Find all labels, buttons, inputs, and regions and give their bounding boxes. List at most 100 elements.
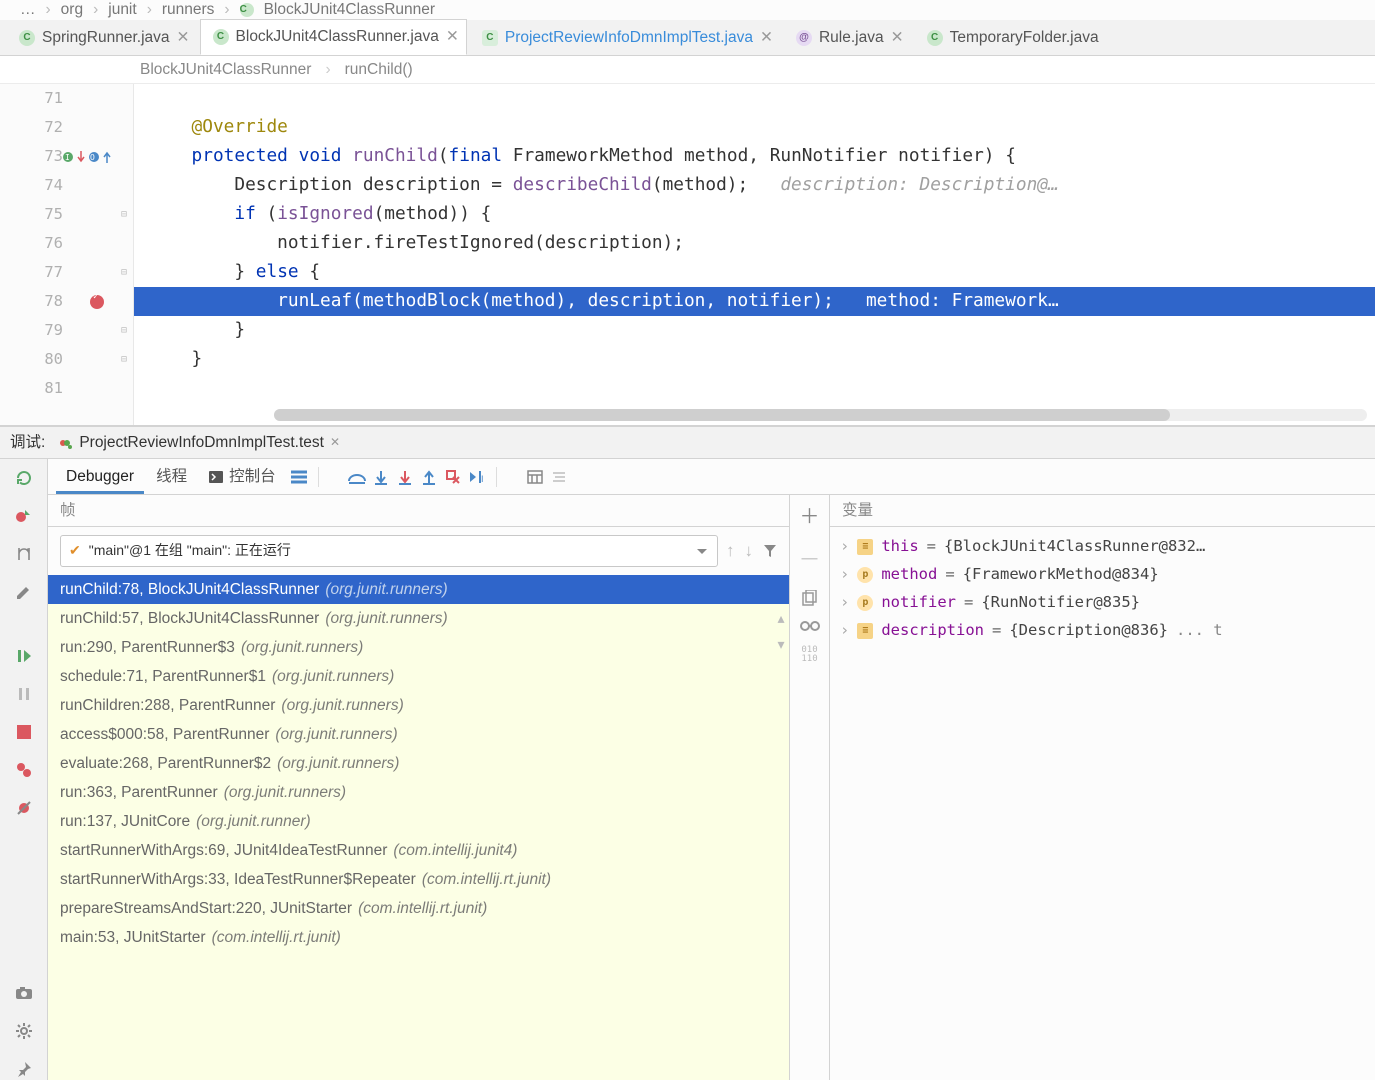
crumb-method[interactable]: runChild() xyxy=(345,59,413,81)
expand-icon[interactable]: › xyxy=(840,620,849,642)
editor-code[interactable]: @Override protected void runChild(final … xyxy=(134,84,1375,425)
force-step-into-button[interactable] xyxy=(394,466,416,488)
debug-session-tab[interactable]: ProjectReviewInfoDmnImplTest.test ✕ xyxy=(51,432,348,454)
code-line[interactable]: } else { xyxy=(134,258,1375,287)
evaluate-icon[interactable] xyxy=(524,466,546,488)
step-into-button[interactable] xyxy=(370,466,392,488)
gear-icon[interactable] xyxy=(13,1020,35,1042)
fold-handle[interactable]: ⊟ xyxy=(115,345,133,374)
step-out-button[interactable] xyxy=(418,466,440,488)
frame-list[interactable]: ▴ ▾ runChild:78, BlockJUnit4ClassRunner … xyxy=(48,575,789,1080)
code-line[interactable]: } xyxy=(134,345,1375,374)
code-line[interactable]: } xyxy=(134,316,1375,345)
stack-frame[interactable]: run:290, ParentRunner$3 (org.junit.runne… xyxy=(48,633,789,662)
line-number[interactable]: 71 xyxy=(44,84,63,113)
drop-frame-button[interactable] xyxy=(442,466,464,488)
file-tab[interactable]: @Rule.java✕ xyxy=(783,19,912,55)
code-line[interactable] xyxy=(134,374,1375,403)
file-tab[interactable]: CProjectReviewInfoDmnImplTest.java✕ xyxy=(469,19,781,55)
scroll-up-icon[interactable]: ▴ xyxy=(777,609,784,629)
file-tab[interactable]: CBlockJUnit4ClassRunner.java✕ xyxy=(200,19,467,55)
line-number[interactable]: 78 xyxy=(44,287,63,316)
toggle-bp-button[interactable] xyxy=(13,505,35,527)
crumb-item[interactable]: junit xyxy=(108,0,136,21)
tab-threads[interactable]: 线程 xyxy=(146,460,197,494)
prev-frame-button[interactable]: ↑ xyxy=(726,539,735,563)
close-icon[interactable]: ✕ xyxy=(330,434,340,451)
filter-icon[interactable] xyxy=(763,544,777,558)
code-line[interactable]: notifier.fireTestIgnored(description); xyxy=(134,229,1375,258)
settings-icon[interactable] xyxy=(13,581,35,603)
code-line[interactable]: if (isIgnored(method)) { xyxy=(134,200,1375,229)
stack-frame[interactable]: run:137, JUnitCore (org.junit.runner) xyxy=(48,807,789,836)
fold-handle[interactable]: ⊟ xyxy=(115,258,133,287)
stack-frame[interactable]: runChildren:288, ParentRunner (org.junit… xyxy=(48,691,789,720)
stack-frame[interactable]: startRunnerWithArgs:69, JUnit4IdeaTestRu… xyxy=(48,836,789,865)
next-frame-button[interactable]: ↓ xyxy=(745,539,754,563)
scroll-down-icon[interactable]: ▾ xyxy=(777,635,784,655)
variable-row[interactable]: ›pnotifier = {RunNotifier@835} xyxy=(834,589,1371,617)
pin-icon[interactable] xyxy=(13,1058,35,1080)
stack-frame[interactable]: schedule:71, ParentRunner$1 (org.junit.r… xyxy=(48,662,789,691)
line-number[interactable]: 73 xyxy=(44,142,63,171)
line-number[interactable]: 76 xyxy=(44,229,63,258)
close-icon[interactable]: ✕ xyxy=(891,27,899,49)
expand-icon[interactable]: › xyxy=(840,564,849,586)
crumb-item[interactable]: BlockJUnit4ClassRunner xyxy=(264,0,435,21)
code-line[interactable]: runLeaf(methodBlock(method), description… xyxy=(134,287,1375,316)
breakpoint-icon[interactable] xyxy=(90,287,104,316)
close-icon[interactable]: ✕ xyxy=(760,27,768,49)
expand-icon[interactable]: › xyxy=(840,592,849,614)
editor-gutter[interactable]: 717273IO7475⊟7677⊟7879⊟80⊟81 xyxy=(0,84,134,425)
code-line[interactable]: @Override xyxy=(134,113,1375,142)
code-line[interactable]: protected void runChild(final FrameworkM… xyxy=(134,142,1375,171)
stack-frame[interactable]: prepareStreamsAndStart:220, JUnitStarter… xyxy=(48,894,789,923)
line-number[interactable]: 81 xyxy=(44,374,63,403)
variable-row[interactable]: ›≡description = {Description@836} ... t xyxy=(834,617,1371,645)
stop-button[interactable] xyxy=(13,721,35,743)
code-line[interactable]: Description description = describeChild(… xyxy=(134,171,1375,200)
file-tab[interactable]: CTemporaryFolder.java xyxy=(914,19,1112,55)
stack-frame[interactable]: evaluate:268, ParentRunner$2 (org.junit.… xyxy=(48,749,789,778)
binary-icon[interactable]: 010110 xyxy=(801,646,817,664)
var-list[interactable]: ›≡this = {BlockJUnit4ClassRunner@832…›pm… xyxy=(830,527,1375,1080)
pause-button[interactable] xyxy=(13,683,35,705)
h-scrollbar-thumb[interactable] xyxy=(274,409,1170,421)
resume-button[interactable] xyxy=(13,645,35,667)
camera-icon[interactable] xyxy=(13,982,35,1004)
code-line[interactable] xyxy=(134,84,1375,113)
glasses-icon[interactable] xyxy=(800,620,820,632)
stack-frame[interactable]: startRunnerWithArgs:33, IdeaTestRunner$R… xyxy=(48,865,789,894)
file-tab[interactable]: CSpringRunner.java✕ xyxy=(6,19,198,55)
trace-icon[interactable] xyxy=(548,466,570,488)
line-number[interactable]: 77 xyxy=(44,258,63,287)
variable-row[interactable]: ›≡this = {BlockJUnit4ClassRunner@832… xyxy=(834,533,1371,561)
add-watch-button[interactable]: ＋ xyxy=(800,503,820,531)
rerun-button[interactable] xyxy=(13,467,35,489)
close-icon[interactable]: ✕ xyxy=(446,26,454,48)
stack-frame[interactable]: main:53, JUnitStarter (com.intellij.rt.j… xyxy=(48,923,789,952)
remove-watch-button[interactable]: － xyxy=(798,545,820,576)
thread-selector[interactable]: ✔ "main"@1 在组 "main": 正在运行 xyxy=(60,535,718,567)
view-bps-button[interactable] xyxy=(13,759,35,781)
step-over-button[interactable] xyxy=(346,466,368,488)
override-icon[interactable]: IO xyxy=(62,142,111,171)
line-number[interactable]: 72 xyxy=(44,113,63,142)
h-scrollbar[interactable] xyxy=(274,409,1367,421)
crumb-class[interactable]: BlockJUnit4ClassRunner xyxy=(140,59,311,81)
line-number[interactable]: 80 xyxy=(44,345,63,374)
layout-icon[interactable] xyxy=(288,466,310,488)
copy-icon[interactable] xyxy=(802,590,817,606)
line-number[interactable]: 74 xyxy=(44,171,63,200)
crumb-item[interactable]: runners xyxy=(162,0,215,21)
close-icon[interactable]: ✕ xyxy=(177,27,185,49)
crumb-item[interactable]: org xyxy=(61,0,83,21)
stack-frame[interactable]: runChild:78, BlockJUnit4ClassRunner (org… xyxy=(48,575,789,604)
stack-frame[interactable]: access$000:58, ParentRunner (org.junit.r… xyxy=(48,720,789,749)
fold-handle[interactable]: ⊟ xyxy=(115,316,133,345)
tab-console[interactable]: 控制台 xyxy=(199,460,286,494)
mute-bps-button[interactable] xyxy=(13,797,35,819)
fold-handle[interactable]: ⊟ xyxy=(115,200,133,229)
line-number[interactable]: 75 xyxy=(44,200,63,229)
tab-debugger[interactable]: Debugger xyxy=(56,460,144,494)
